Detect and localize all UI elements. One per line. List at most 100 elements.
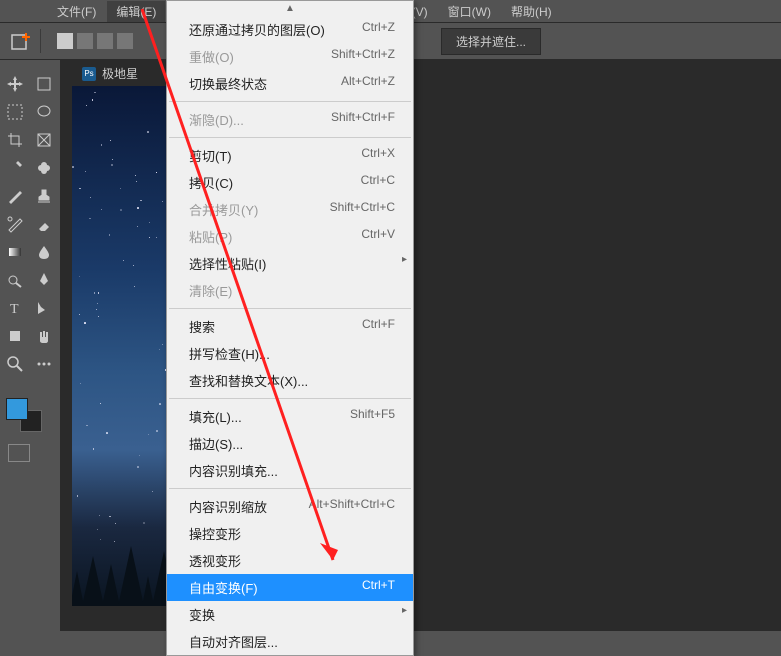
menu-item-label: 剪切(T) — [189, 146, 232, 165]
menu-item[interactable]: 内容识别填充... — [167, 457, 413, 484]
menu-item-shortcut: Ctrl+T — [362, 578, 395, 597]
color-swatches[interactable] — [0, 394, 60, 434]
menu-item[interactable]: 变换 — [167, 601, 413, 628]
layer-box-icon — [117, 33, 133, 49]
menu-item-label: 切换最终状态 — [189, 74, 267, 93]
hand-tool[interactable] — [31, 324, 57, 348]
history-tool[interactable] — [2, 212, 28, 236]
menu-help[interactable]: 帮助(H) — [502, 1, 561, 22]
menu-item[interactable]: 自由变换(F) Ctrl+T — [167, 574, 413, 601]
menu-separator — [169, 101, 411, 102]
menu-item-label: 自由变换(F) — [189, 578, 258, 597]
menu-item[interactable]: 自动对齐图层... — [167, 628, 413, 655]
healing-tool[interactable] — [31, 156, 57, 180]
stamp-tool[interactable] — [31, 184, 57, 208]
layer-selection-icons[interactable] — [57, 33, 133, 49]
frame-tool[interactable] — [31, 128, 57, 152]
menu-item[interactable]: 剪切(T) Ctrl+X — [167, 142, 413, 169]
menu-item-label: 变换 — [189, 605, 215, 624]
svg-text:T: T — [10, 302, 19, 317]
gradient-tool[interactable] — [2, 240, 28, 264]
menu-item-shortcut: Ctrl+C — [361, 173, 395, 192]
foreground-color[interactable] — [6, 398, 28, 420]
menu-item-shortcut: Ctrl+V — [361, 227, 395, 246]
menu-item[interactable]: 透视变形 — [167, 547, 413, 574]
layer-box-icon — [57, 33, 73, 49]
menu-item[interactable]: 内容识别缩放Alt+Shift+Ctrl+C — [167, 493, 413, 520]
menu-item: 清除(E) — [167, 277, 413, 304]
layer-box-icon — [97, 33, 113, 49]
menu-item-shortcut: Alt+Ctrl+Z — [341, 74, 395, 93]
brush-tool[interactable] — [2, 184, 28, 208]
menu-edit[interactable]: 编辑(E) — [107, 1, 165, 22]
menu-item-shortcut: Shift+Ctrl+Z — [331, 47, 395, 66]
eyedropper-tool[interactable] — [2, 156, 28, 180]
menu-item-shortcut: Shift+Ctrl+F — [331, 110, 395, 129]
menu-item[interactable]: 查找和替换文本(X)... — [167, 367, 413, 394]
menu-item-label: 选择性粘贴(I) — [189, 254, 266, 273]
menu-item[interactable]: 切换最终状态 Alt+Ctrl+Z — [167, 70, 413, 97]
menu-item-label: 合并拷贝(Y) — [189, 200, 258, 219]
menu-item-label: 清除(E) — [189, 281, 232, 300]
menu-item-shortcut: Ctrl+F — [362, 317, 395, 336]
menu-item[interactable]: 拷贝(C)Ctrl+C — [167, 169, 413, 196]
menu-item-label: 重做(O) — [189, 47, 234, 66]
eraser-tool[interactable] — [31, 212, 57, 236]
path-tool[interactable] — [31, 296, 57, 320]
menu-item: 渐隐(D)... Shift+Ctrl+F — [167, 106, 413, 133]
menu-item-shortcut: Shift+Ctrl+C — [330, 200, 395, 219]
menu-item[interactable]: 搜索 Ctrl+F — [167, 313, 413, 340]
edit-toolbar[interactable] — [31, 352, 57, 376]
divider — [40, 29, 41, 53]
menu-item-label: 自动对齐图层... — [189, 632, 278, 651]
shape-tool[interactable] — [2, 324, 28, 348]
menu-item-label: 内容识别填充... — [189, 461, 278, 480]
new-document-icon[interactable] — [8, 29, 32, 53]
menu-item[interactable]: 选择性粘贴(I) — [167, 250, 413, 277]
menu-item[interactable]: 还原通过拷贝的图层(O)Ctrl+Z — [167, 16, 413, 43]
menu-separator — [169, 308, 411, 309]
menu-item-label: 渐隐(D)... — [189, 110, 244, 129]
menu-item: 粘贴(P) Ctrl+V — [167, 223, 413, 250]
menu-item-label: 搜索 — [189, 317, 215, 336]
pen-tool[interactable] — [31, 268, 57, 292]
zoom-tool[interactable] — [2, 352, 28, 376]
menu-item-label: 粘贴(P) — [189, 227, 232, 246]
menu-item-shortcut: Shift+F5 — [350, 407, 395, 426]
menu-item[interactable]: 填充(L)... Shift+F5 — [167, 403, 413, 430]
edit-dropdown-menu: ▲ 还原通过拷贝的图层(O)Ctrl+Z 重做(O) Shift+Ctrl+Z 切换最… — [166, 0, 414, 656]
quickmask-toggle[interactable] — [0, 440, 60, 466]
menu-separator — [169, 488, 411, 489]
menu-item-label: 查找和替换文本(X)... — [189, 371, 308, 390]
tools-panel: T — [0, 60, 60, 631]
menu-item-label: 操控变形 — [189, 524, 241, 543]
quickmask-icon — [8, 444, 30, 462]
menu-item[interactable]: 描边(S)... — [167, 430, 413, 457]
menu-item-label: 拼写检查(H)... — [189, 344, 270, 363]
menu-item[interactable]: 操控变形 — [167, 520, 413, 547]
blur-tool[interactable] — [31, 240, 57, 264]
menu-file[interactable]: 文件(F) — [48, 1, 105, 22]
lasso-tool[interactable] — [31, 100, 57, 124]
document-title: 极地星 — [102, 65, 138, 82]
menu-item: 合并拷贝(Y) Shift+Ctrl+C — [167, 196, 413, 223]
type-tool[interactable]: T — [2, 296, 28, 320]
artboard-tool[interactable] — [31, 72, 57, 96]
menu-separator — [169, 398, 411, 399]
move-tool[interactable] — [2, 72, 28, 96]
marquee-tool[interactable] — [2, 100, 28, 124]
menu-item-label: 透视变形 — [189, 551, 241, 570]
menu-item-label: 填充(L)... — [189, 407, 242, 426]
menu-item[interactable]: 拼写检查(H)... — [167, 340, 413, 367]
layer-box-icon — [77, 33, 93, 49]
menu-window[interactable]: 窗口(W) — [439, 1, 500, 22]
menu-item-shortcut: Ctrl+X — [361, 146, 395, 165]
menu-item-shortcut: Ctrl+Z — [362, 20, 395, 39]
menu-scroll-up[interactable]: ▲ — [167, 1, 413, 16]
select-and-mask-button[interactable]: 选择并遮住... — [441, 28, 541, 55]
document-tab[interactable]: Ps 极地星 — [72, 62, 148, 85]
crop-tool[interactable] — [2, 128, 28, 152]
menu-item: 重做(O) Shift+Ctrl+Z — [167, 43, 413, 70]
dodge-tool[interactable] — [2, 268, 28, 292]
menu-item-label: 描边(S)... — [189, 434, 243, 453]
